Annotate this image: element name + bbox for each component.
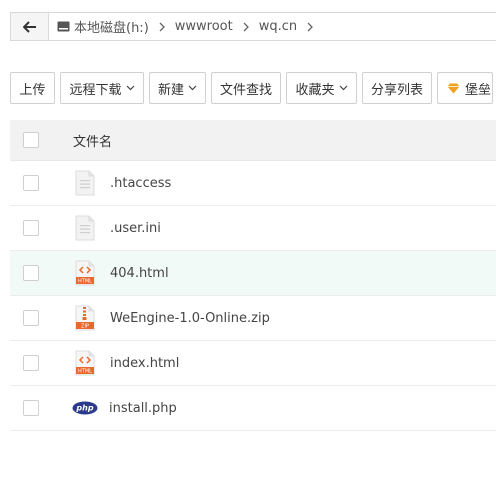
remote-download-button[interactable]: 远程下载	[60, 72, 144, 104]
zip-file-icon: ZIP	[74, 303, 96, 333]
row-checkbox[interactable]	[23, 355, 39, 371]
file-search-button[interactable]: 文件查找	[211, 72, 281, 104]
chevron-down-icon	[126, 85, 135, 91]
share-list-button[interactable]: 分享列表	[362, 72, 432, 104]
file-name[interactable]: .htaccess	[110, 176, 171, 191]
breadcrumb-disk-label: 本地磁盘(h:)	[74, 21, 149, 36]
table-row[interactable]: .htaccess	[10, 161, 496, 206]
file-name[interactable]: .user.ini	[110, 221, 161, 236]
table-row[interactable]: php install.php	[10, 386, 496, 431]
upload-button[interactable]: 上传	[10, 72, 55, 104]
file-name[interactable]: index.html	[110, 356, 179, 371]
row-checkbox[interactable]	[23, 175, 39, 191]
row-checkbox[interactable]	[23, 220, 39, 236]
html-file-icon: HTML	[74, 348, 96, 378]
table-header: 文件名	[10, 120, 496, 161]
php-file-icon: php	[72, 393, 98, 423]
breadcrumb-wwwroot[interactable]: wwwroot	[175, 19, 233, 34]
share-list-label: 分享列表	[371, 82, 424, 98]
breadcrumb-site[interactable]: wq.cn	[259, 19, 297, 34]
chevron-down-icon	[339, 85, 348, 91]
file-search-label: 文件查找	[220, 82, 273, 98]
toolbar: 上传 远程下载 新建 文件查找 收藏夹 分享列表 堡垒	[10, 72, 493, 104]
table-row[interactable]: ZIP WeEngine-1.0-Online.zip	[10, 296, 496, 341]
favorites-button[interactable]: 收藏夹	[286, 72, 357, 104]
table-row[interactable]: HTML 404.html	[10, 251, 496, 296]
text-file-icon	[74, 213, 96, 243]
new-button[interactable]: 新建	[149, 72, 206, 104]
chevron-right-icon	[159, 22, 165, 32]
row-checkbox[interactable]	[23, 310, 39, 326]
html-file-icon: HTML	[74, 258, 96, 288]
html-badge: HTML	[78, 369, 92, 375]
file-name[interactable]: WeEngine-1.0-Online.zip	[110, 311, 270, 326]
text-file-icon	[74, 168, 96, 198]
zip-badge: ZIP	[81, 324, 89, 330]
row-checkbox[interactable]	[23, 265, 39, 281]
file-name[interactable]: 404.html	[110, 266, 169, 281]
file-name[interactable]: install.php	[109, 401, 177, 416]
select-all-checkbox[interactable]	[23, 132, 39, 148]
chevron-down-icon	[188, 85, 197, 91]
hard-disk-icon	[57, 21, 70, 32]
html-badge: HTML	[78, 279, 92, 285]
chevron-right-icon	[243, 22, 249, 32]
chevron-right-icon	[307, 22, 314, 32]
back-button[interactable]	[11, 13, 49, 40]
table-row[interactable]: HTML index.html	[10, 341, 496, 386]
remote-download-label: 远程下载	[69, 82, 122, 98]
fortress-label: 堡垒	[465, 82, 492, 98]
row-checkbox[interactable]	[23, 400, 39, 416]
arrow-left-icon	[22, 20, 36, 33]
column-header-filename: 文件名	[73, 134, 113, 150]
breadcrumb: 本地磁盘(h:) wwwroot wq.cn	[49, 17, 323, 36]
fortress-button[interactable]: 堡垒	[437, 72, 493, 104]
breadcrumb-disk[interactable]: 本地磁盘(h:)	[57, 17, 149, 36]
favorites-label: 收藏夹	[295, 82, 335, 98]
new-button-label: 新建	[158, 82, 185, 98]
file-table: 文件名 .htaccess .user.ini HTML 404.html ZI…	[10, 120, 496, 431]
php-badge: php	[75, 404, 93, 413]
table-row[interactable]: .user.ini	[10, 206, 496, 251]
gem-icon	[447, 83, 460, 94]
upload-button-label: 上传	[19, 82, 46, 98]
path-bar: 本地磁盘(h:) wwwroot wq.cn	[10, 12, 496, 41]
